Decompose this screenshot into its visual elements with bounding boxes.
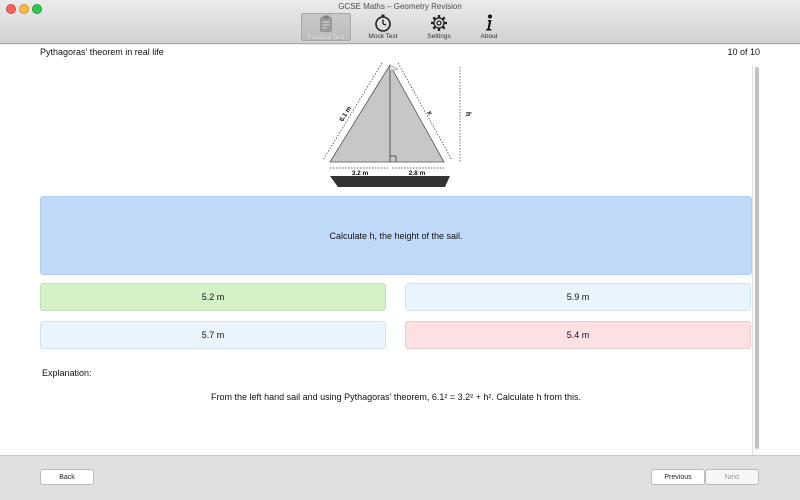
question-panel: Pythagoras' theorem in real life 10 of 1… [0, 45, 800, 455]
toolbar-practice-test-label: Practice Test [307, 34, 345, 41]
back-button[interactable]: Back [40, 469, 94, 485]
toolbar-settings-label: Settings [427, 33, 451, 40]
stopwatch-icon [375, 14, 391, 32]
question-text: Calculate h, the height of the sail. [40, 196, 752, 275]
toolbar-about-label: About [480, 33, 498, 40]
question-topic: Pythagoras' theorem in real life [40, 47, 164, 57]
right-base-label: 2.8 m [409, 170, 426, 177]
answer-option-3[interactable]: 5.7 m [40, 321, 386, 349]
sailboat-diagram: 6.1 m x h 3.2 m 2.8 m [322, 62, 471, 187]
previous-button[interactable]: Previous [651, 469, 705, 485]
toolbar-practice-test[interactable]: Practice Test [301, 13, 351, 41]
window-title: GCSE Maths – Geometry Revision [338, 2, 462, 11]
toolbar-settings[interactable]: Settings [414, 13, 464, 41]
title-bar: GCSE Maths – Geometry Revision Practice … [0, 0, 800, 44]
left-base-label: 3.2 m [352, 170, 369, 177]
left-side-label: 6.1 m [338, 105, 353, 123]
answer-option-1[interactable]: 5.2 m [40, 283, 386, 311]
toolbar-mock-test-label: Mock Test [368, 33, 398, 40]
answer-option-2[interactable]: 5.9 m [405, 283, 751, 311]
explanation-heading: Explanation: [42, 368, 92, 378]
toolbar-mock-test[interactable]: Mock Test [358, 13, 408, 41]
navigation-bar: Back Previous Next [0, 455, 800, 500]
gear-icon [431, 15, 447, 31]
right-side-label: x [425, 110, 433, 117]
scrollbar-thumb[interactable] [755, 67, 759, 449]
answer-option-4[interactable]: 5.4 m [405, 321, 751, 349]
toolbar-about[interactable]: About [464, 13, 514, 41]
next-button[interactable]: Next [705, 469, 759, 485]
explanation-text: From the left hand sail and using Pythag… [211, 392, 581, 402]
boat-hull [330, 176, 450, 187]
mast-flag [389, 64, 399, 72]
info-icon [486, 14, 492, 31]
height-label: h [464, 112, 471, 116]
question-counter: 10 of 10 [727, 47, 760, 57]
scrollbar[interactable] [752, 65, 760, 455]
clipboard-icon [320, 15, 332, 32]
